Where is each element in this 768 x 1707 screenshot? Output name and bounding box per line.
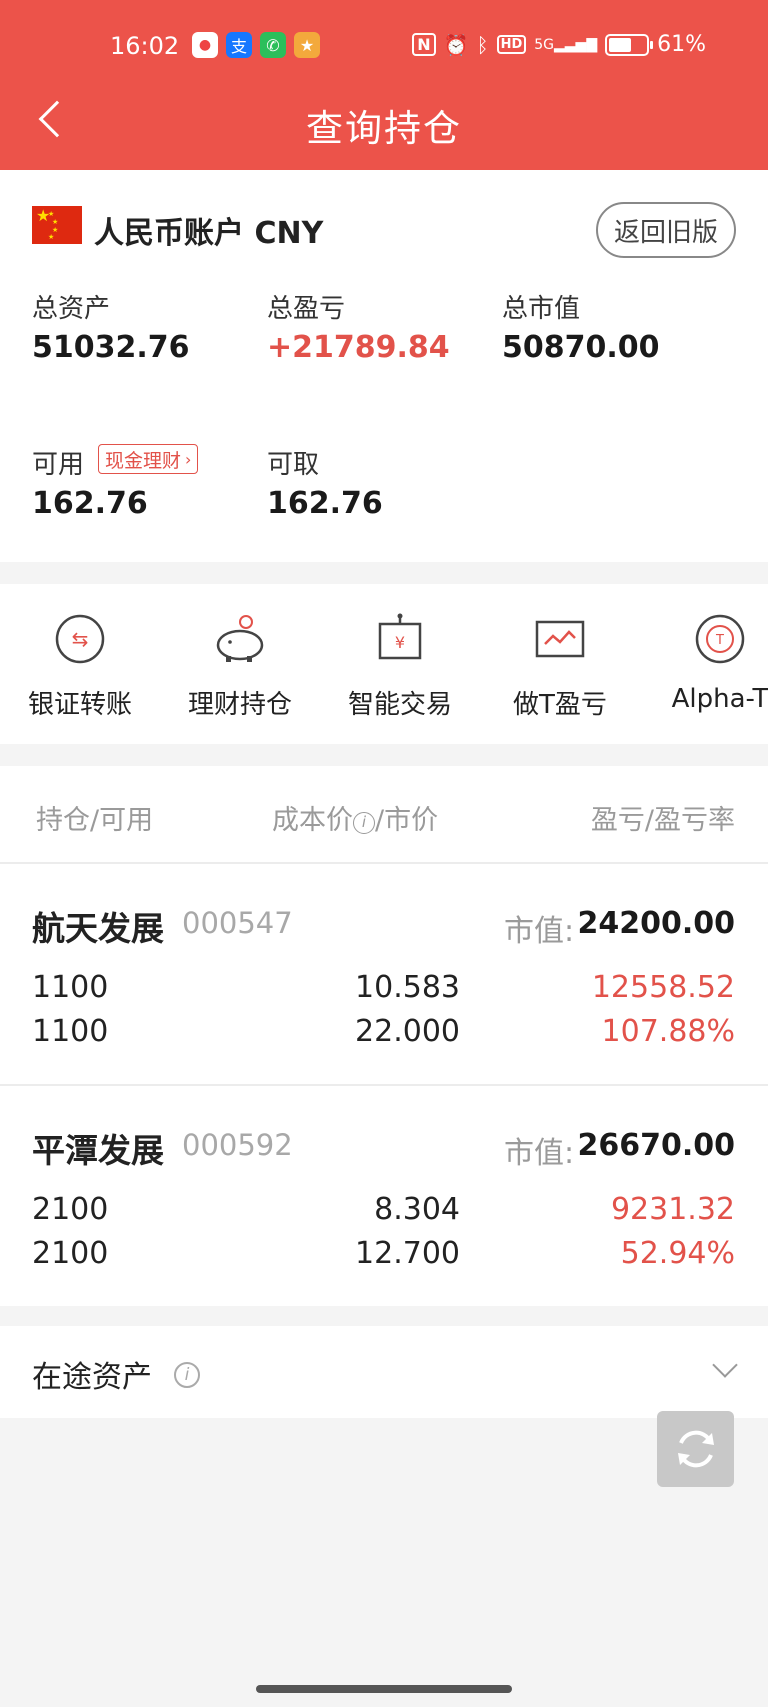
tool-label: 理财持仓	[187, 690, 292, 720]
total-assets-value: 51032.76	[32, 330, 190, 365]
refresh-button[interactable]	[657, 1411, 734, 1487]
profit-loss-rate: 107.88%	[601, 1014, 735, 1049]
col-header-position: 持仓/可用	[36, 805, 154, 836]
refresh-icon	[677, 1430, 714, 1468]
col-header-cost-price[interactable]: 成本价 i/市价	[272, 798, 438, 837]
tool-bank-transfer[interactable]: ⇆ 银证转账	[0, 612, 160, 721]
battery-icon	[605, 33, 654, 56]
status-indicators: N ⏰ ᛒ HD 5G▂▃▅▇ 61%	[412, 32, 706, 57]
home-indicator[interactable]	[256, 1685, 512, 1693]
available-value: 162.76	[32, 486, 148, 521]
cost-price: 8.304	[374, 1192, 460, 1227]
market-value: 24200.00	[577, 906, 735, 941]
cost-price: 10.583	[355, 970, 460, 1005]
alipay-icon: 支	[226, 32, 252, 58]
total-market-value-label: 总市值	[502, 294, 581, 324]
stock-name[interactable]: 航天发展	[32, 902, 164, 950]
profit-loss-rate: 52.94%	[620, 1236, 735, 1271]
signal-5g-icon: 5G▂▃▅▇	[534, 36, 598, 53]
alarm-icon: ⏰	[443, 32, 469, 57]
phone-icon: ✆	[260, 32, 286, 58]
hd-icon: HD	[496, 35, 527, 54]
tool-label: 做T盈亏	[513, 690, 607, 720]
svg-text:⇆: ⇆	[72, 627, 89, 651]
total-market-value: 50870.00	[502, 330, 660, 365]
tool-t-trade-pl[interactable]: 做T盈亏	[480, 612, 640, 721]
alpha-t-icon: T	[693, 612, 747, 666]
position-qty: 2100	[32, 1192, 109, 1227]
withdrawable-label: 可取	[267, 450, 320, 480]
stock-name[interactable]: 平潭发展	[32, 1124, 164, 1172]
piggy-bank-icon	[213, 612, 267, 666]
china-flag-icon: ★ ★ ★ ★ ★	[32, 206, 82, 244]
nfc-icon: N	[412, 33, 436, 56]
tools-row: ⇆ 银证转账 理财持仓 ¥ 智能交易 做T盈亏 T Alpha-T	[0, 584, 768, 744]
col-header-cost-label: 成本价	[272, 805, 353, 836]
tool-alpha-t[interactable]: T Alpha-T	[640, 612, 768, 714]
market-value: 26670.00	[577, 1128, 735, 1163]
app-header: 16:02 ● 支 ✆ ★ N ⏰ ᛒ HD 5G▂▃▅▇ 61% 查询持仓	[0, 0, 768, 170]
tool-wealth-holdings[interactable]: 理财持仓	[160, 612, 320, 721]
account-summary: ★ ★ ★ ★ ★ 人民币账户 CNY 返回旧版 总资产 51032.76 总盈…	[0, 170, 768, 562]
col-header-price-label: /市价	[375, 805, 439, 836]
profit-loss: 12558.52	[591, 970, 735, 1005]
profit-loss: 9231.32	[610, 1192, 735, 1227]
svg-text:¥: ¥	[395, 633, 405, 652]
market-price: 12.700	[355, 1236, 460, 1271]
col-header-pl: 盈亏/盈亏率	[590, 805, 735, 836]
bank-transfer-icon: ⇆	[53, 612, 107, 666]
holdings-table: 持仓/可用 成本价 i/市价 盈亏/盈亏率 航天发展 000547 市值: 242…	[0, 766, 768, 1306]
info-icon[interactable]: i	[174, 1362, 200, 1388]
stock-code: 000592	[182, 1128, 293, 1162]
withdrawable-value: 162.76	[267, 486, 383, 521]
in-transit-assets[interactable]: 在途资产 i	[0, 1326, 768, 1418]
stock-code: 000547	[182, 906, 293, 940]
page-title: 查询持仓	[306, 107, 462, 150]
tool-label: 智能交易	[347, 690, 452, 720]
status-time: 16:02	[110, 32, 180, 60]
in-transit-label: 在途资产	[32, 1360, 152, 1395]
total-assets-label: 总资产	[32, 294, 111, 324]
account-name: 人民币账户 CNY	[94, 216, 324, 251]
market-price: 22.000	[355, 1014, 460, 1049]
battery-percent: 61%	[657, 32, 706, 57]
available-label: 可用	[32, 450, 85, 480]
total-pl-label: 总盈亏	[267, 294, 346, 324]
market-value-label: 市值:	[504, 914, 575, 949]
svg-text:T: T	[715, 633, 724, 648]
market-value-label: 市值:	[504, 1136, 575, 1171]
notification-app-icon: ●	[192, 32, 218, 58]
game-app-icon: ★	[294, 32, 320, 58]
tool-label: 银证转账	[27, 690, 132, 720]
available-qty: 2100	[32, 1236, 109, 1271]
status-bar: 16:02 ● 支 ✆ ★ N ⏰ ᛒ HD 5G▂▃▅▇ 61%	[0, 28, 768, 70]
chevron-down-icon[interactable]	[712, 1352, 738, 1378]
t-trade-chart-icon	[533, 612, 587, 666]
smart-trade-robot-icon: ¥	[373, 612, 427, 666]
info-icon[interactable]: i	[353, 812, 375, 834]
tool-smart-trade[interactable]: ¥ 智能交易	[320, 612, 480, 721]
position-qty: 1100	[32, 970, 109, 1005]
bluetooth-icon: ᛒ	[476, 32, 489, 57]
chevron-right-icon: ›	[185, 449, 192, 469]
divider	[0, 862, 768, 864]
cash-management-tag[interactable]: 现金理财 ›	[98, 444, 199, 474]
cash-tag-label: 现金理财	[105, 449, 182, 472]
total-pl-value: +21789.84	[267, 330, 450, 365]
tool-label: Alpha-T	[671, 684, 768, 714]
available-qty: 1100	[32, 1014, 109, 1049]
status-app-icons: ● 支 ✆ ★	[192, 32, 320, 58]
divider	[0, 1084, 768, 1086]
old-version-button[interactable]: 返回旧版	[596, 202, 736, 258]
